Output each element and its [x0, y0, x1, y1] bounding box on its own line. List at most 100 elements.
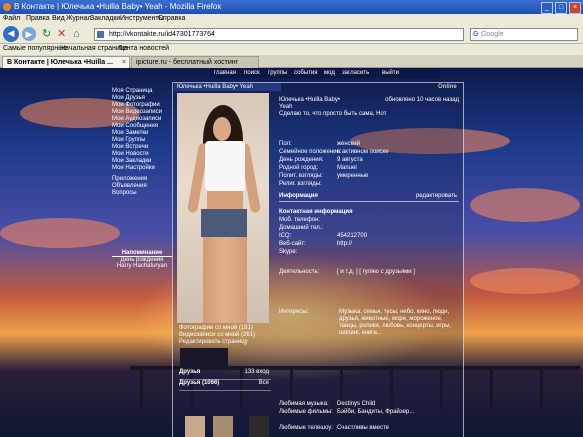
maximize-button[interactable]: □ — [555, 2, 567, 14]
search-input[interactable]: G Google — [470, 28, 578, 41]
sidebar-item-notes[interactable]: Мои Заметки — [112, 130, 172, 137]
contact-value[interactable]: 454212700 — [337, 233, 367, 240]
menu-view[interactable]: Вид — [52, 15, 65, 22]
interests-text[interactable]: Музыка, семья, тусы, небо, кино, люди, д… — [339, 309, 459, 337]
music-value[interactable]: Destinys Child — [337, 401, 375, 408]
menu-bookmarks[interactable]: Закладки — [90, 15, 120, 22]
sidebar-item-videos[interactable]: Мои Видеозаписи — [112, 109, 172, 116]
site-topnav: главная поиск группы события мод загласи… — [210, 68, 440, 78]
friend-avatar[interactable] — [185, 416, 205, 437]
reload-icon[interactable]: ↻ — [42, 28, 51, 40]
close-tab-icon[interactable]: × — [122, 57, 126, 68]
friends-all-link[interactable]: Все — [259, 380, 269, 386]
friend-avatar[interactable] — [213, 416, 233, 437]
contact-value[interactable]: http:// — [337, 241, 352, 248]
status-edit-link[interactable]: Yeah — [279, 104, 459, 111]
edit-page-link[interactable]: Редактировать страницу — [179, 339, 275, 346]
sidebar-item-meetings[interactable]: Мои Встречи — [112, 144, 172, 151]
nav-home[interactable]: главная — [214, 68, 236, 78]
info-value[interactable]: женский — [337, 141, 360, 148]
menu-file[interactable]: Файл — [3, 15, 20, 22]
nav-invite[interactable]: загласить — [342, 68, 369, 78]
status-name: Юлечька •Huilla Baby• — [279, 97, 340, 103]
info-section-header: Информация редактировать — [279, 193, 459, 202]
stop-icon[interactable]: ✕ — [57, 28, 66, 40]
sidebar-item-apps[interactable]: Приложения — [112, 176, 172, 183]
page-content: главная поиск группы события мод загласи… — [0, 68, 583, 437]
bookmark-popular[interactable]: Самые популярные — [3, 45, 67, 52]
nav-mod[interactable]: мод — [324, 68, 335, 78]
close-button[interactable]: × — [569, 2, 581, 14]
nav-events[interactable]: события — [294, 68, 318, 78]
profile-panel: Юлечька •Huilla Baby• Yeah Фотографии со… — [172, 82, 464, 437]
sidebar-item-friends[interactable]: Мои Друзья — [112, 95, 172, 102]
sidebar-item-groups[interactable]: Мои Группы — [112, 137, 172, 144]
info-key: Родной город: — [279, 165, 319, 171]
info-value[interactable]: в активном поиске — [337, 149, 389, 156]
reminder-box: Напоминание День рождения Harry Hachatur… — [112, 250, 172, 269]
cloud — [0, 218, 120, 248]
url-text: http://vkontakte.ru/id47301773764 — [109, 31, 215, 38]
sidebar-item-bookmarks[interactable]: Мои Закладки — [112, 158, 172, 165]
contacts-header: Контактная информация — [279, 209, 353, 215]
reminder-name[interactable]: Harry Hachaturyan — [112, 263, 172, 269]
menu-help[interactable]: Справка — [158, 15, 185, 22]
info-key: День рождения: — [279, 157, 324, 163]
contact-key: Домашний тел.: — [279, 225, 324, 231]
sidebar-item-photos[interactable]: Мои Фотографии — [112, 102, 172, 109]
info-key: Семейное положение: — [279, 149, 342, 155]
contact-key: Моб. телефон: — [279, 217, 321, 223]
bookmarks-toolbar: Самые популярные Начальная страница Лент… — [0, 44, 583, 55]
friends-count-title[interactable]: Друзья (1066) — [179, 380, 219, 386]
contact-key: Веб-сайт: — [279, 241, 306, 247]
nav-search[interactable]: поиск — [244, 68, 260, 78]
sidebar-item-questions[interactable]: Вопросы — [112, 190, 172, 197]
profile-name-bar: Юлечька •Huilla Baby• Yeah — [174, 83, 281, 91]
info-value[interactable]: умеренные — [337, 173, 368, 180]
firefox-icon — [3, 3, 11, 11]
friends-title: Друзья — [179, 369, 201, 375]
info-section-title: Информация — [279, 193, 318, 199]
status-block: Юлечька •Huilla Baby• обновлено 10 часов… — [279, 97, 459, 118]
sidebar-item-ads[interactable]: Объявления — [112, 183, 172, 190]
tab-ipicture[interactable]: ipicture.ru - бесплатный хостинг фот... — [131, 56, 259, 77]
back-button[interactable]: ◀ — [3, 26, 19, 42]
friend-avatar[interactable] — [249, 416, 269, 437]
menu-history[interactable]: Журнал — [66, 15, 92, 22]
photos-with-me-link[interactable]: Фотографии со мной (181) — [179, 325, 275, 332]
shows-key: Любимые телешоу: — [279, 425, 334, 431]
profile-photo[interactable] — [177, 93, 269, 323]
friends-online-count[interactable]: 133 вход — [244, 369, 269, 375]
sidebar-item-news[interactable]: Мои Новости — [112, 151, 172, 158]
tab-vkontakte[interactable]: В Контакте | Юлечька •Huilla ... × — [2, 56, 130, 68]
google-icon: G — [473, 31, 479, 38]
films-key: Любимые фильмы: — [279, 409, 333, 415]
menu-edit[interactable]: Правка — [26, 15, 50, 22]
info-value[interactable]: 9 августа — [337, 157, 363, 164]
shows-value[interactable]: Счастливы вместе — [337, 425, 389, 432]
nav-logout[interactable]: выйти — [382, 68, 399, 78]
personal-value[interactable]: [ и т.д. ] [ гуляю с друзьями ] — [337, 269, 415, 276]
edit-info-link[interactable]: редактировать — [416, 193, 457, 200]
sidebar-item-audio[interactable]: Мои Аудиозаписи — [112, 116, 172, 123]
videos-with-me-link[interactable]: Видеозаписи со мной (261) — [179, 332, 275, 339]
sidebar-menu: Моя Страница Мои Друзья Мои Фотографии М… — [112, 88, 172, 197]
navigation-toolbar: ◀ ▶ ↻ ✕ ⌂ http://vkontakte.ru/id47301773… — [0, 25, 583, 44]
minimize-button[interactable]: _ — [541, 2, 553, 14]
films-value[interactable]: Бэйби, Бандиты, Фрайзер... — [337, 409, 414, 416]
window-titlebar: В Контакте | Юлечька •Huilla Baby• Yeah … — [0, 0, 583, 14]
forward-button[interactable]: ▶ — [22, 27, 36, 41]
sidebar-item-my-page[interactable]: Моя Страница — [112, 88, 172, 95]
bookmark-news-feed[interactable]: Лента новостей — [118, 45, 169, 52]
sidebar-item-settings[interactable]: Мои Настройки — [112, 165, 172, 172]
reminder-title: Напоминание — [112, 250, 172, 257]
url-bar[interactable]: http://vkontakte.ru/id47301773764 — [94, 28, 464, 41]
info-key: Полит. взгляды: — [279, 173, 323, 179]
sidebar-item-messages[interactable]: Мои Сообщения — [112, 123, 172, 130]
friend-thumbnails — [179, 416, 271, 437]
photo-links: Фотографии со мной (181) Видеозаписи со … — [179, 325, 275, 346]
info-value[interactable]: Manuel — [337, 165, 357, 172]
home-icon[interactable]: ⌂ — [73, 28, 80, 40]
nav-groups[interactable]: группы — [268, 68, 287, 78]
contact-key: ICQ: — [279, 233, 292, 239]
